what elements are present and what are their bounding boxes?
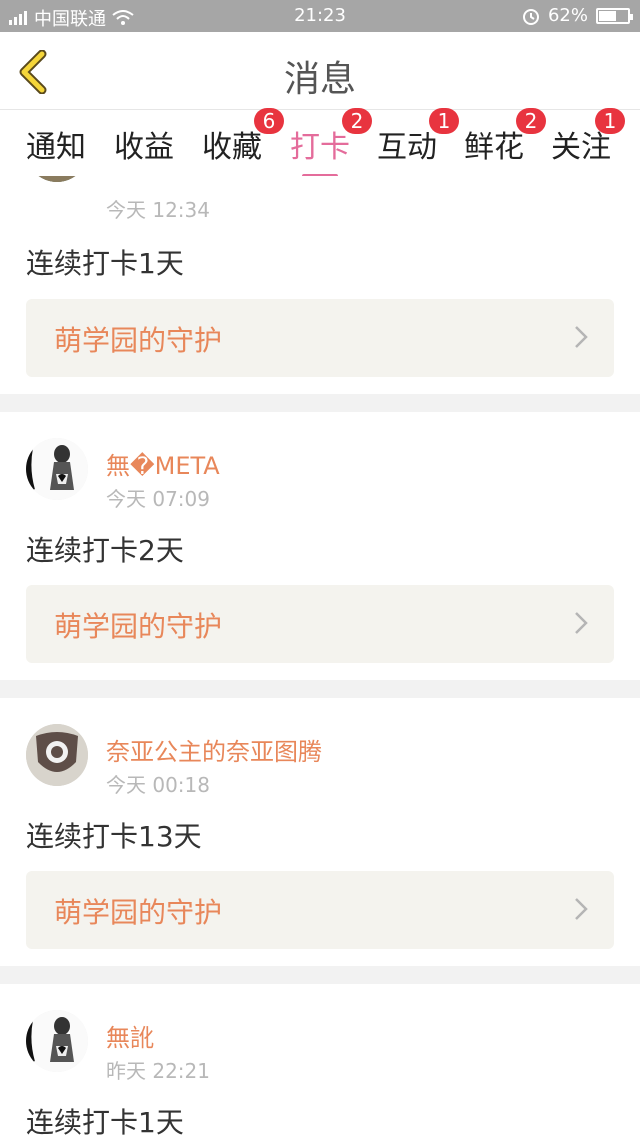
badge-count: 1 [595, 108, 625, 134]
tab-label: 收益 [114, 130, 174, 165]
status-right: 62% [522, 5, 633, 26]
timestamp: 今天 07:09 [106, 487, 210, 511]
list-item: 奈亚公主的奈亚图腾 今天 00:18 连续打卡13天 萌学园的守护 [0, 698, 640, 966]
tab-label: 打卡 [290, 130, 350, 165]
timestamp: 昨天 22:21 [106, 1059, 210, 1083]
avatar[interactable] [26, 176, 88, 182]
tab-follow[interactable]: 关注 1 [551, 108, 625, 166]
page-title: 消息 [283, 59, 356, 100]
chevron-right-icon [575, 898, 588, 920]
tab-label: 关注 [551, 130, 611, 165]
avatar[interactable] [26, 724, 88, 786]
status-bar: 中国联通 21:23 62% [0, 0, 640, 32]
list-item: 今天 12:34 连续打卡1天 萌学园的守护 [0, 176, 640, 394]
badge-count: 2 [342, 108, 372, 134]
alarm-icon [522, 8, 539, 25]
tab-checkin[interactable]: 打卡 2 [290, 108, 372, 178]
message-text: 连续打卡2天 [26, 534, 184, 567]
link-card-label: 萌学园的守护 [54, 896, 223, 929]
avatar[interactable] [26, 1010, 88, 1072]
message-list: 今天 12:34 连续打卡1天 萌学园的守护 無�META 今天 07:09 连… [0, 176, 640, 1138]
battery-icon [596, 7, 633, 24]
tab-flowers[interactable]: 鲜花 2 [464, 108, 546, 166]
link-card[interactable]: 萌学园的守护 [26, 871, 614, 949]
message-text: 连续打卡1天 [26, 1106, 184, 1138]
list-item: 無訛 昨天 22:21 连续打卡1天 [0, 984, 640, 1138]
link-card[interactable]: 萌学园的守护 [26, 585, 614, 663]
badge-count: 2 [516, 108, 546, 134]
battery-percent: 62% [547, 5, 588, 26]
username[interactable]: 無�META [106, 446, 220, 481]
link-card-label: 萌学园的守护 [54, 610, 223, 643]
tab-label: 鲜花 [464, 130, 524, 165]
tab-notify[interactable]: 通知 [26, 122, 86, 166]
chevron-right-icon [575, 326, 588, 348]
message-text: 连续打卡13天 [26, 820, 202, 853]
username[interactable]: 無訛 [106, 1018, 154, 1053]
username[interactable]: 奈亚公主的奈亚图腾 [106, 732, 322, 767]
badge-count: 6 [254, 108, 284, 134]
tab-label: 通知 [26, 130, 86, 165]
message-text: 连续打卡1天 [26, 247, 184, 280]
tab-label: 收藏 [202, 130, 262, 165]
nav-bar: 消息 [0, 32, 640, 110]
tab-interaction[interactable]: 互动 1 [377, 108, 459, 166]
timestamp: 今天 00:18 [106, 773, 210, 797]
avatar[interactable] [26, 438, 88, 500]
badge-count: 1 [429, 108, 459, 134]
timestamp: 今天 12:34 [106, 198, 210, 222]
tab-favorites[interactable]: 收藏 6 [202, 108, 284, 166]
battery-fill [599, 10, 617, 21]
tab-bar: 通知 收益 收藏 6 打卡 2 互动 1 鲜花 2 关注 1 [0, 108, 640, 178]
tab-earnings[interactable]: 收益 [114, 122, 174, 166]
list-item: 無�META 今天 07:09 连续打卡2天 萌学园的守护 [0, 412, 640, 680]
link-card[interactable]: 萌学园的守护 [26, 299, 614, 377]
link-card-label: 萌学园的守护 [54, 324, 223, 357]
chevron-right-icon [575, 612, 588, 634]
tab-label: 互动 [377, 130, 437, 165]
